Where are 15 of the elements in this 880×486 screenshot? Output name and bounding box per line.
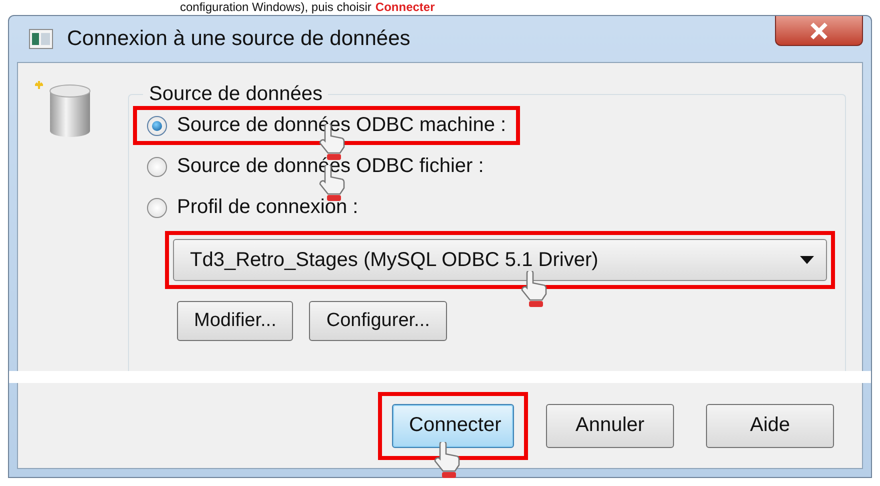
- profile-button[interactable]: Configurer...: [309, 301, 447, 341]
- dialog-button[interactable]: Annuler: [546, 404, 674, 448]
- caption-highlight: Connecter: [375, 0, 435, 15]
- close-icon: [808, 22, 830, 40]
- profile-dropdown[interactable]: Td3_Retro_Stages (MySQL ODBC 5.1 Driver): [173, 239, 827, 281]
- group-title: Source de données: [148, 83, 324, 106]
- dialog-button[interactable]: Aide: [706, 404, 834, 448]
- window-title: Connexion à une source de données: [67, 27, 410, 51]
- close-button[interactable]: [775, 16, 863, 46]
- radio-option[interactable]: Profil de connexion :: [147, 196, 358, 219]
- caption-text: configuration Windows), puis choisir: [180, 0, 372, 15]
- dialog-button[interactable]: Connecter: [392, 404, 514, 448]
- dropdown-arrow-icon: [800, 256, 814, 264]
- window-icon: [29, 29, 53, 49]
- profile-button[interactable]: Modifier...: [177, 301, 294, 341]
